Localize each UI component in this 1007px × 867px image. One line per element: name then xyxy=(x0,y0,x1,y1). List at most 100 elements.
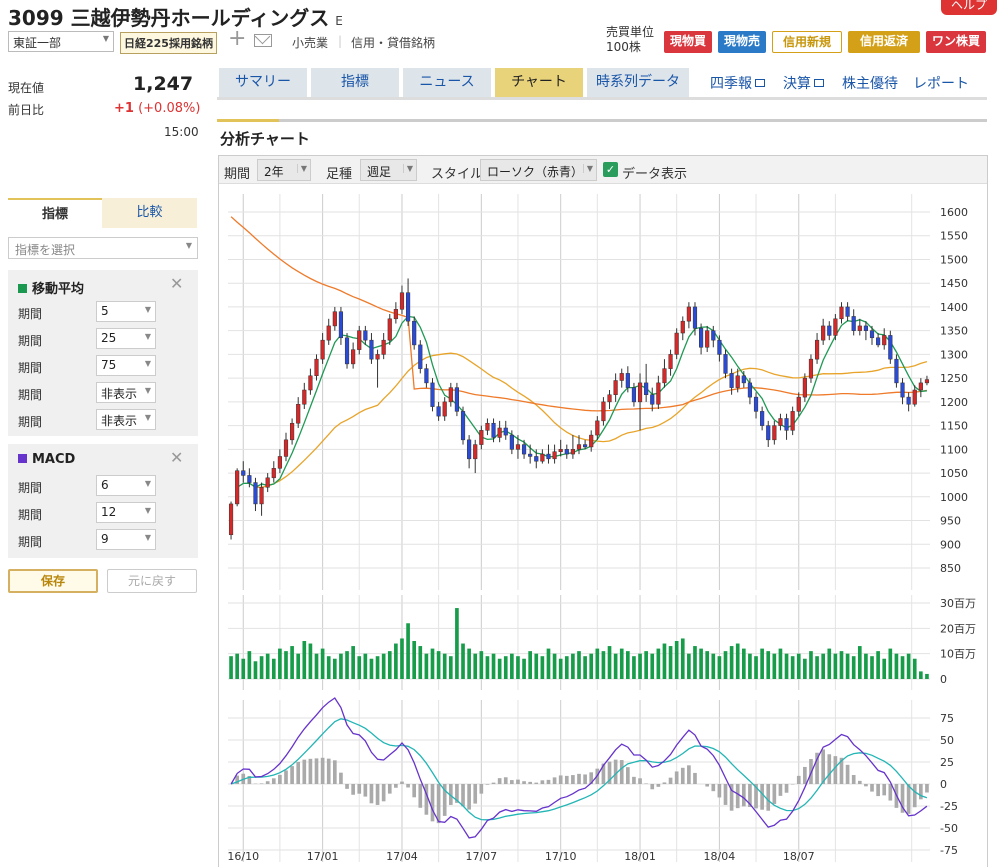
volume-bar xyxy=(571,653,575,679)
volume-bar xyxy=(845,653,850,679)
candle-body xyxy=(296,403,301,424)
candle-body xyxy=(699,328,704,348)
candle-body xyxy=(821,325,826,341)
volume-bar xyxy=(894,653,899,679)
candle-body xyxy=(747,382,753,398)
volume-bar xyxy=(558,658,563,679)
macd-histogram-bar xyxy=(314,758,319,784)
candle-body xyxy=(900,382,905,398)
macd-histogram-bar xyxy=(412,784,417,798)
candle-body xyxy=(845,306,850,317)
volume-bar xyxy=(271,658,276,679)
macd-histogram-bar xyxy=(345,784,349,789)
volume-bar xyxy=(583,656,587,679)
volume-bar xyxy=(320,648,325,679)
candle-body xyxy=(253,482,258,505)
volume-bar xyxy=(394,643,398,679)
volume-bar xyxy=(766,651,771,679)
volume-bar xyxy=(314,653,319,679)
candle-body xyxy=(393,309,398,320)
volume-bar xyxy=(729,646,734,679)
macd-histogram-bar xyxy=(479,784,484,794)
volume-bar xyxy=(229,656,233,679)
macd-histogram-bar xyxy=(284,770,288,784)
candle-body xyxy=(637,382,643,403)
candle-body xyxy=(894,358,899,384)
price-tick-label: 1350 xyxy=(940,325,968,338)
macd-histogram-bar xyxy=(626,767,630,784)
candle-body xyxy=(790,411,795,431)
volume-bar xyxy=(534,653,539,679)
candle-body xyxy=(735,375,740,388)
volume-bar xyxy=(754,656,758,679)
volume-bar xyxy=(876,651,880,679)
candle-body xyxy=(491,422,496,438)
candle-body xyxy=(381,339,386,355)
candle-body xyxy=(460,411,466,441)
candle-body xyxy=(521,444,527,455)
candle-body xyxy=(741,375,746,384)
macd-histogram-bar xyxy=(845,764,850,784)
volume-bar xyxy=(833,653,838,679)
candle-body xyxy=(692,306,698,329)
macd-histogram-bar xyxy=(394,784,398,788)
volume-bar xyxy=(796,653,801,679)
candle-body xyxy=(711,330,716,341)
macd-histogram-bar xyxy=(552,777,557,784)
macd-histogram-bar xyxy=(723,784,728,805)
candle-body xyxy=(772,425,777,441)
volume-bar xyxy=(479,651,484,679)
candle-body xyxy=(674,332,679,355)
volume-bar xyxy=(235,653,239,679)
volume-bar xyxy=(772,653,777,679)
macd-histogram-bar xyxy=(668,777,673,784)
candle-body xyxy=(375,354,380,360)
macd-histogram-bar xyxy=(760,784,764,810)
macd-histogram-bar xyxy=(259,783,264,784)
candle-body xyxy=(753,396,759,412)
volume-bar xyxy=(693,646,697,679)
candle-body xyxy=(656,382,661,405)
macd-histogram-bar xyxy=(430,784,435,822)
candle-body xyxy=(442,401,447,417)
macd-histogram-bar xyxy=(613,759,618,784)
macd-histogram-bar xyxy=(534,782,539,784)
volume-bar xyxy=(656,648,661,679)
volume-bar xyxy=(339,653,343,679)
volume-bar xyxy=(680,638,685,679)
volume-bar xyxy=(406,623,410,679)
candle-body xyxy=(369,339,374,360)
x-tick-label: 17/10 xyxy=(545,850,577,863)
volume-bar xyxy=(510,653,514,679)
macd-histogram-bar xyxy=(577,773,581,784)
macd-histogram-bar xyxy=(735,784,740,809)
macd-histogram-bar xyxy=(320,757,325,784)
volume-tick-label: 30百万 xyxy=(940,597,976,610)
candle-body xyxy=(595,420,600,436)
volume-bar xyxy=(516,656,520,679)
macd-tick-label: -50 xyxy=(940,822,958,835)
macd-histogram-bar xyxy=(882,784,887,796)
candle-body xyxy=(351,349,356,365)
volume-bar xyxy=(900,656,905,679)
macd-histogram-bar xyxy=(717,784,722,798)
macd-histogram-bar xyxy=(369,784,374,804)
candle-body xyxy=(766,425,771,441)
volume-bar xyxy=(619,648,624,679)
analysis-chart: 850 900 950 1000 1050 1100 1150 1200 1250 1300 135… xyxy=(227,194,976,863)
volume-bar xyxy=(888,648,893,679)
volume-bar xyxy=(870,656,874,679)
candle-body xyxy=(454,387,459,412)
volume-bar xyxy=(412,641,417,679)
macd-histogram-bar xyxy=(546,779,551,784)
candle-body xyxy=(302,389,307,405)
volume-bar xyxy=(387,651,392,679)
volume-bar xyxy=(601,651,606,679)
macd-histogram-bar xyxy=(528,781,532,784)
macd-histogram-bar xyxy=(857,780,862,784)
candle-body xyxy=(436,406,441,417)
volume-bar xyxy=(430,648,435,679)
macd-histogram-bar xyxy=(302,759,307,784)
macd-histogram-bar xyxy=(888,784,893,801)
volume-bar xyxy=(503,656,508,679)
